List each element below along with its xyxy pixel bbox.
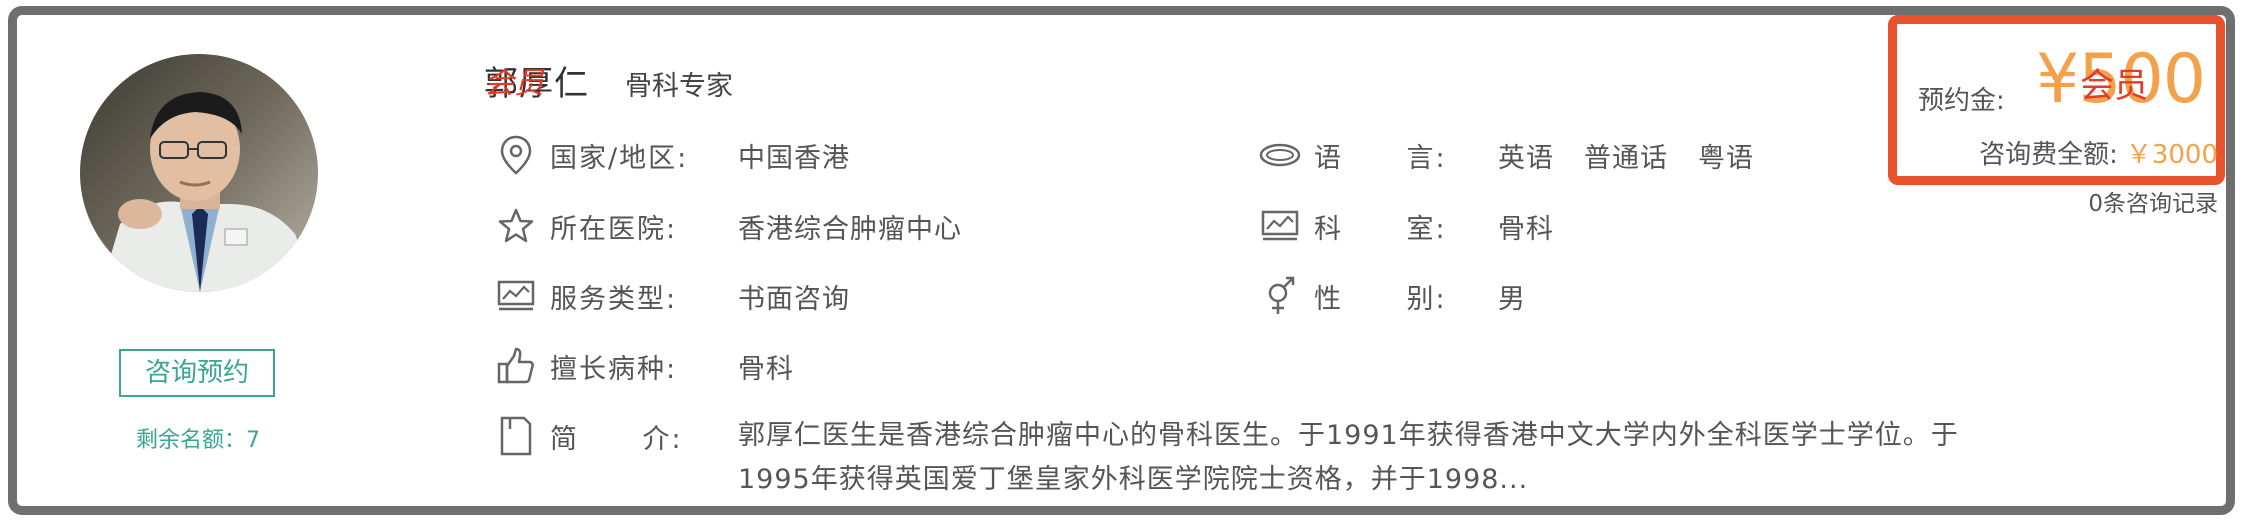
country-value: 中国香港	[738, 142, 850, 174]
country-label: 国家/地区:	[550, 142, 689, 174]
thumbs-up-icon	[494, 344, 538, 388]
star-icon	[494, 204, 538, 248]
info-service: 服务类型: 书面咨询	[494, 274, 849, 318]
hospital-label: 所在医院:	[550, 213, 678, 245]
department-label: 科 室:	[1314, 213, 1447, 245]
department-value: 骨科	[1498, 213, 1554, 245]
monitor-chart-icon	[494, 274, 538, 318]
monitor-chart-icon	[1258, 204, 1302, 248]
book-consultation-button[interactable]: 咨询预约	[119, 349, 275, 397]
info-language: 语 言: 英语 普通话 粤语	[1258, 133, 1753, 177]
specialty-label: 擅长病种:	[550, 353, 678, 385]
info-gender: 性 别: 男	[1258, 274, 1525, 318]
member-stamp: 会员	[484, 66, 544, 101]
speech-bubble-icon	[1258, 133, 1302, 177]
info-hospital: 所在医院: 香港综合肿瘤中心	[494, 204, 961, 248]
info-intro: 简 介:	[494, 414, 683, 458]
deposit-label: 预约金:	[1918, 86, 2005, 116]
specialty-value: 骨科	[738, 353, 794, 385]
info-department: 科 室: 骨科	[1258, 204, 1553, 248]
hospital-value: 香港综合肿瘤中心	[738, 213, 962, 245]
intro-text: 郭厚仁医生是香港综合肿瘤中心的骨科医生。于1991年获得香港中文大学内外全科医学…	[738, 420, 1959, 495]
document-icon	[494, 414, 538, 458]
deposit-member-stamp: 会员	[2080, 66, 2148, 106]
info-specialty: 擅长病种: 骨科	[494, 344, 793, 388]
service-value: 书面咨询	[738, 283, 850, 315]
language-english: 英语	[1498, 142, 1554, 174]
total-fee: 咨询费全额: ￥3000	[1979, 134, 2218, 171]
gender-label: 性 别:	[1314, 283, 1447, 315]
doctor-avatar[interactable]	[80, 54, 318, 292]
intro-label: 简 介:	[550, 423, 683, 455]
language-label: 语 言:	[1314, 142, 1447, 174]
gender-icon	[1258, 274, 1302, 318]
total-fee-label: 咨询费全额:	[1979, 140, 2118, 170]
total-fee-amount: ￥3000	[2125, 140, 2218, 170]
location-pin-icon	[494, 133, 538, 177]
language-cantonese: 粤语	[1698, 142, 1754, 174]
service-label: 服务类型:	[550, 283, 678, 315]
remaining-slots: 剩余名额：7	[136, 428, 260, 453]
info-country: 国家/地区: 中国香港	[494, 133, 849, 177]
language-mandarin: 普通话	[1584, 142, 1668, 174]
doctor-title: 骨科专家	[625, 71, 733, 102]
gender-value: 男	[1498, 283, 1526, 315]
consultation-records-link[interactable]: 0条咨询记录	[2088, 184, 2218, 218]
language-values: 英语 普通话 粤语	[1498, 136, 1754, 175]
